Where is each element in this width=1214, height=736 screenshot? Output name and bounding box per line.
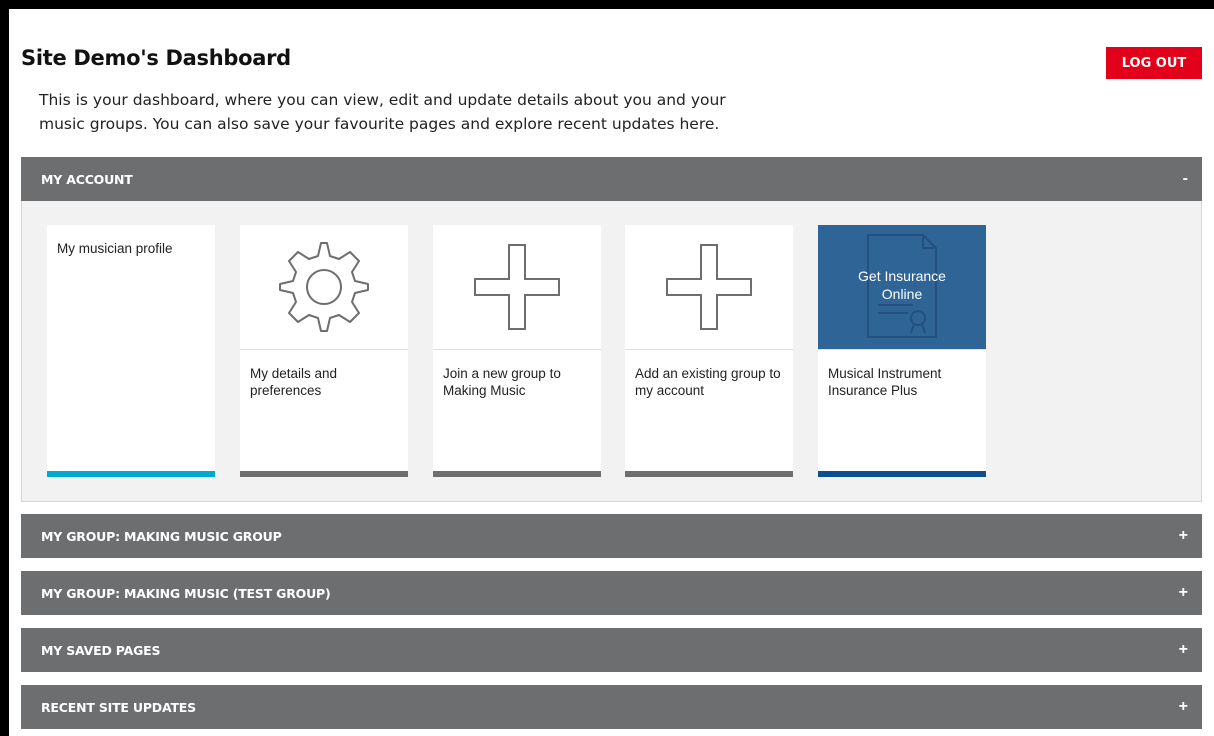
tile-label: My musician profile <box>57 241 173 256</box>
collapse-toggle[interactable]: - <box>1183 170 1188 188</box>
panel-body-my-account: My musician profile My details and prefe… <box>21 201 1202 502</box>
insurance-banner: Get Insurance Online <box>818 225 986 350</box>
tile-instrument-insurance[interactable]: Get Insurance Online Musical Instrument … <box>818 225 986 477</box>
panel-title: MY SAVED PAGES <box>41 642 161 658</box>
expand-toggle[interactable]: + <box>1179 641 1188 659</box>
tile-label: Add an existing group to my account <box>635 366 781 398</box>
tile-accent-bar <box>240 471 408 477</box>
panel-header-my-account[interactable]: MY ACCOUNT - <box>21 157 1202 201</box>
tile-musician-profile[interactable]: My musician profile <box>47 225 215 477</box>
panel-header-recent-updates[interactable]: RECENT SITE UPDATES + <box>21 685 1202 729</box>
tile-accent-bar <box>818 471 986 477</box>
tile-add-existing-group[interactable]: Add an existing group to my account <box>625 225 793 477</box>
gear-icon <box>240 225 408 350</box>
expand-toggle[interactable]: + <box>1179 698 1188 716</box>
intro-line: This is your dashboard, where you can vi… <box>39 91 726 109</box>
tile-accent-bar <box>433 471 601 477</box>
dashboard-page: Site Demo's Dashboard LOG OUT This is yo… <box>9 9 1214 736</box>
insurance-overlay-text: Get Insurance Online <box>818 267 986 303</box>
tile-label: My details and preferences <box>250 366 338 398</box>
panel-header-making-music-group[interactable]: MY GROUP: MAKING MUSIC GROUP + <box>21 514 1202 558</box>
page-title: Site Demo's Dashboard <box>21 46 291 70</box>
tile-details-preferences[interactable]: My details and preferences <box>240 225 408 477</box>
panel-title: RECENT SITE UPDATES <box>41 699 196 715</box>
overlay-line: Get Insurance <box>858 268 946 284</box>
overlay-line: Online <box>881 286 923 302</box>
tile-label: Join a new group to Making Music <box>443 366 561 398</box>
tile-join-group[interactable]: Join a new group to Making Music <box>433 225 601 477</box>
expand-toggle[interactable]: + <box>1179 527 1188 545</box>
plus-icon <box>625 225 793 350</box>
tile-label: Musical Instrument Insurance Plus <box>828 366 942 398</box>
expand-toggle[interactable]: + <box>1179 584 1188 602</box>
panel-header-test-group[interactable]: MY GROUP: MAKING MUSIC (TEST GROUP) + <box>21 571 1202 615</box>
tile-accent-bar <box>625 471 793 477</box>
panel-title: MY GROUP: MAKING MUSIC GROUP <box>41 528 282 544</box>
panel-title: MY ACCOUNT <box>41 171 133 187</box>
panel-header-saved-pages[interactable]: MY SAVED PAGES + <box>21 628 1202 672</box>
plus-icon <box>433 225 601 350</box>
tile-accent-bar <box>47 471 215 477</box>
panel-title: MY GROUP: MAKING MUSIC (TEST GROUP) <box>41 585 331 601</box>
intro-text: This is your dashboard, where you can vi… <box>39 88 819 136</box>
intro-line: music groups. You can also save your fav… <box>39 115 720 133</box>
logout-button[interactable]: LOG OUT <box>1106 47 1202 79</box>
